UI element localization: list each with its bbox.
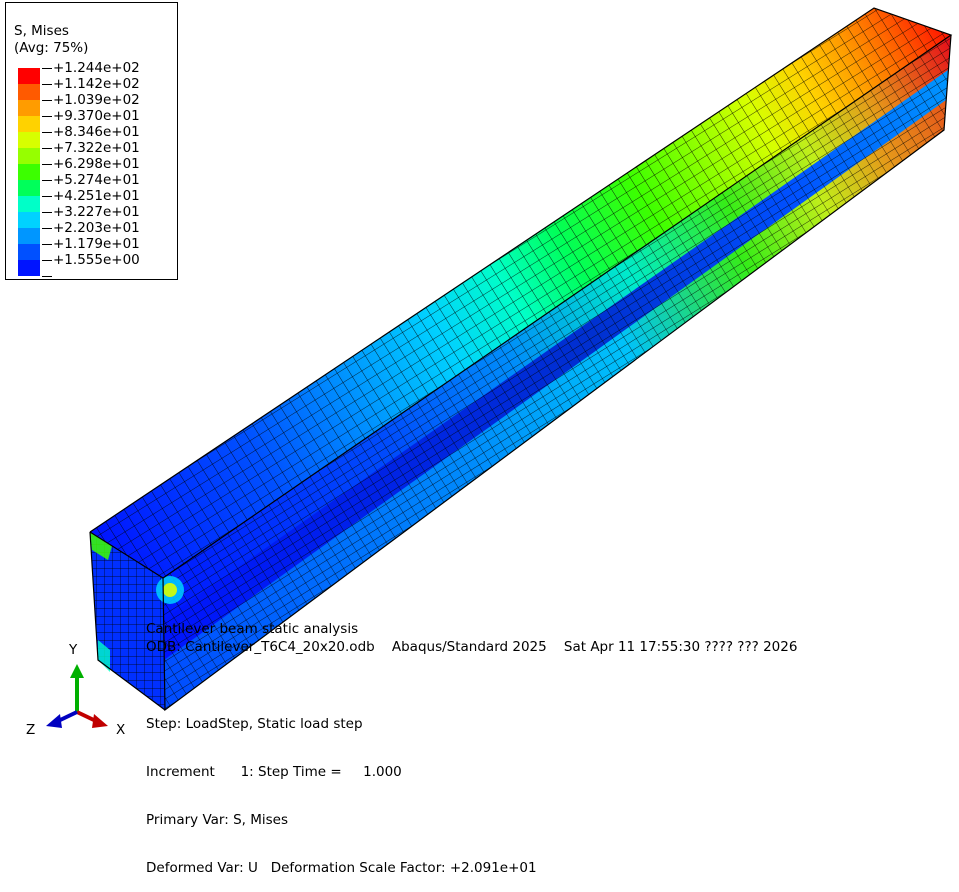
- z-axis-arrow: [46, 710, 78, 728]
- legend-tick: [42, 116, 52, 117]
- legend-tick: [42, 180, 52, 181]
- legend-swatch: [18, 180, 40, 196]
- legend-swatch: [18, 84, 40, 100]
- legend-swatch: [18, 212, 40, 228]
- legend-tick: [42, 212, 52, 213]
- primary-var-label: Primary Var: S, Mises: [146, 812, 288, 828]
- legend-swatch: [18, 228, 40, 244]
- step-label: Step: LoadStep, Static load step: [146, 716, 363, 732]
- y-axis-arrow: [70, 664, 84, 712]
- legend-value: +1.039e+02: [53, 92, 140, 108]
- legend-swatch: [18, 132, 40, 148]
- legend-swatch: [18, 196, 40, 212]
- legend-tick: [42, 132, 52, 133]
- legend-swatch: [18, 164, 40, 180]
- legend-value: +4.251e+01: [53, 188, 140, 204]
- analysis-title: Cantilever beam static analysis: [146, 621, 359, 637]
- legend-tick: [42, 68, 52, 69]
- odb-info: ODB: Cantilever_T6C4_20x20.odb Abaqus/St…: [146, 639, 798, 655]
- beam-top-face: [90, 8, 951, 578]
- legend-swatch: [18, 148, 40, 164]
- increment-label: Increment 1: Step Time = 1.000: [146, 764, 402, 780]
- axis-triad: Y X Z: [20, 640, 135, 752]
- legend-value: +1.244e+02: [53, 60, 140, 76]
- legend-value: +6.298e+01: [53, 156, 140, 172]
- legend-tick: [42, 260, 52, 261]
- contour-legend: S, Mises (Avg: 75%) +1.244e+02 +1.142e+02…: [5, 2, 178, 280]
- y-axis-label: Y: [69, 642, 78, 658]
- legend-swatch: [18, 100, 40, 116]
- legend-tick: [42, 148, 52, 149]
- legend-value: +2.203e+01: [53, 220, 140, 236]
- step-info: Step: LoadStep, Static load step Increme…: [146, 684, 537, 892]
- legend-tick: [42, 84, 52, 85]
- legend-subtitle: (Avg: 75%): [14, 40, 89, 56]
- legend-value: +1.142e+02: [53, 76, 140, 92]
- legend-value: +3.227e+01: [53, 204, 140, 220]
- legend-tick: [42, 244, 52, 245]
- legend-swatch: [18, 244, 40, 260]
- legend-tick: [42, 228, 52, 229]
- legend-swatch: [18, 116, 40, 132]
- legend-swatch: [18, 260, 40, 276]
- x-axis-label: X: [116, 722, 126, 738]
- legend-swatch: [18, 68, 40, 84]
- legend-value: +8.346e+01: [53, 124, 140, 140]
- legend-value: +9.370e+01: [53, 108, 140, 124]
- legend-tick: [42, 196, 52, 197]
- legend-value: +1.179e+01: [53, 236, 140, 252]
- z-axis-label: Z: [26, 722, 36, 738]
- beam-side-face: [163, 35, 951, 710]
- legend-tick: [42, 276, 52, 277]
- legend-tick: [42, 164, 52, 165]
- legend-value: +5.274e+01: [53, 172, 140, 188]
- legend-tick: [42, 100, 52, 101]
- legend-value: +7.322e+01: [53, 140, 140, 156]
- legend-title: S, Mises: [14, 23, 69, 39]
- x-axis-arrow: [76, 710, 108, 728]
- deformed-var-label: Deformed Var: U Deformation Scale Factor…: [146, 860, 537, 876]
- legend-value: +1.555e+00: [53, 252, 140, 268]
